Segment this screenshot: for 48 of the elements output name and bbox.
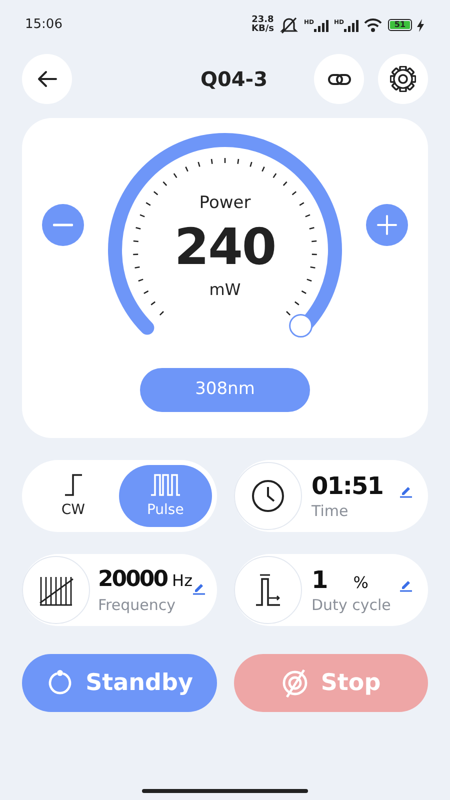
plus-icon <box>377 215 397 235</box>
edit-button[interactable] <box>192 581 204 595</box>
setting-label: Time <box>312 501 350 521</box>
page-title: Q04-3 <box>199 66 269 93</box>
crossed-target-icon <box>280 668 309 698</box>
pencil-icon <box>192 581 204 595</box>
signal-icon <box>314 18 329 32</box>
minus-icon <box>53 223 73 227</box>
battery-level: 51 <box>390 21 410 29</box>
settings-button[interactable] <box>378 54 428 104</box>
edit-button[interactable] <box>399 578 412 592</box>
pencil-icon <box>399 578 412 592</box>
link-button[interactable] <box>314 54 364 104</box>
signal-icon <box>344 18 359 32</box>
muted-bell-icon <box>280 16 298 34</box>
pulse-wave-icon <box>150 473 181 497</box>
duty-pulse-icon <box>254 573 282 607</box>
setting-value: 1 <box>312 565 328 595</box>
increase-button[interactable] <box>366 204 408 246</box>
wifi-icon <box>364 18 382 32</box>
power-value: 240 <box>174 218 276 276</box>
setting-label: Frequency <box>98 595 176 615</box>
pencil-icon <box>399 484 412 498</box>
setting-value: 20000 <box>98 566 168 594</box>
setting-value: 01:51 <box>312 471 383 501</box>
standby-button[interactable]: Standby <box>22 654 216 712</box>
back-arrow-icon <box>36 69 58 89</box>
edit-button[interactable] <box>399 484 412 498</box>
power-label: Power <box>199 192 251 214</box>
link-icon <box>328 72 350 86</box>
setting-label: Duty cycle <box>312 595 392 615</box>
network-speed-unit: KB/s <box>251 25 274 34</box>
back-button[interactable] <box>22 54 72 104</box>
gauge-knob[interactable] <box>289 314 313 338</box>
status-time: 15:06 <box>25 16 62 34</box>
mode-tab[interactable]: Pulse <box>119 465 212 527</box>
decrease-button[interactable] <box>42 204 84 246</box>
power-unit: mW <box>209 280 241 300</box>
stop-button[interactable]: Stop <box>234 654 428 712</box>
charging-bolt-icon <box>416 18 425 32</box>
setting-unit: Hz <box>172 570 192 592</box>
wavelength-button[interactable]: 308nm <box>140 368 310 412</box>
clock-icon <box>250 479 284 513</box>
network-speed: 23.8 <box>252 16 274 25</box>
step-wave-icon <box>64 473 83 497</box>
power-gauge-fill[interactable] <box>108 133 342 335</box>
setting-unit: % <box>353 572 368 594</box>
settings-icon <box>390 66 416 92</box>
